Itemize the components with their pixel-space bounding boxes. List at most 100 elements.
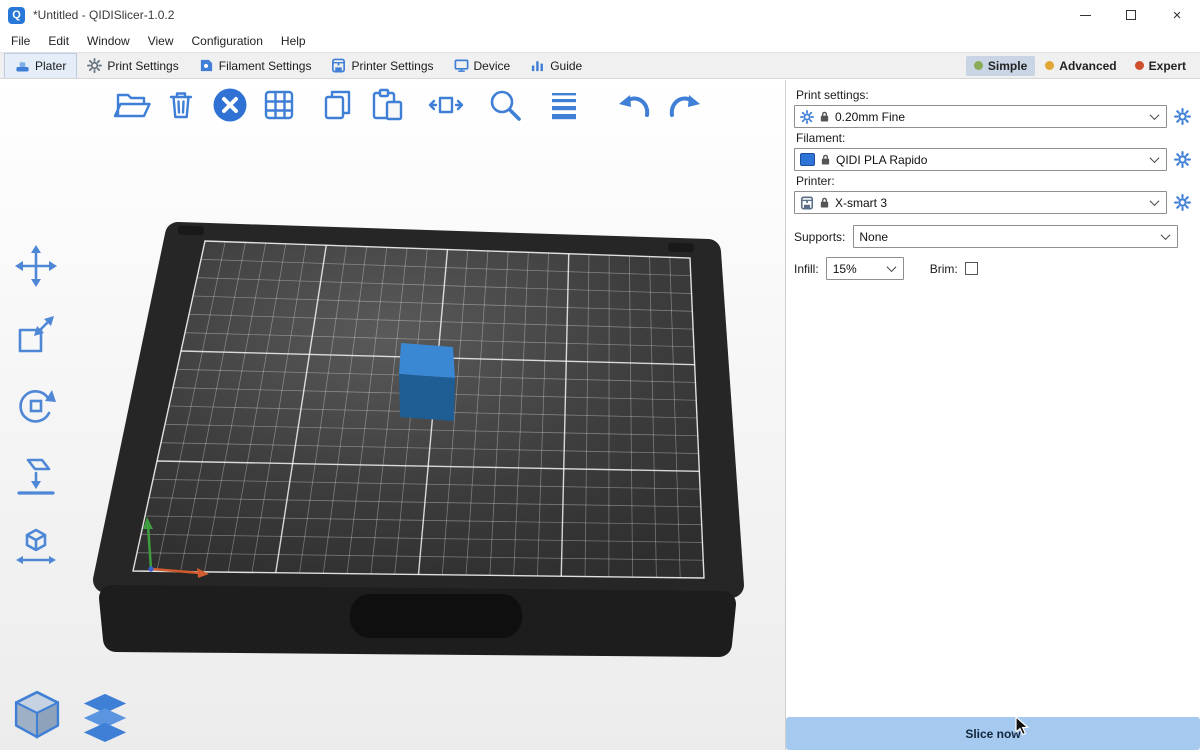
redo-icon — [664, 85, 704, 125]
arrange-button[interactable] — [259, 85, 299, 125]
maximize-button[interactable] — [1108, 0, 1154, 30]
measure-button[interactable] — [8, 522, 64, 570]
variable-layer-height-button[interactable] — [544, 85, 584, 125]
printer-value: X-smart 3 — [835, 196, 887, 210]
delete-icon — [161, 85, 201, 125]
lock-icon — [820, 153, 831, 166]
tab-device[interactable]: Device — [444, 53, 521, 78]
search-icon — [485, 85, 525, 125]
view-toolbar — [10, 688, 130, 742]
search-button[interactable] — [485, 85, 525, 125]
supports-label: Supports: — [794, 230, 845, 244]
gear-icon — [800, 110, 814, 124]
edit-filament-button[interactable] — [1173, 150, 1192, 169]
brim-checkbox[interactable] — [965, 262, 978, 275]
print-settings-label: Print settings: — [796, 88, 1192, 102]
menu-window[interactable]: Window — [78, 32, 139, 50]
chevron-down-icon — [1150, 153, 1160, 163]
tab-label: Guide — [550, 59, 582, 73]
undo-button[interactable] — [615, 85, 655, 125]
3d-editor-view-button[interactable] — [10, 688, 64, 742]
supports-combo[interactable]: None — [853, 225, 1178, 248]
filament-value: QIDI PLA Rapido — [836, 153, 927, 167]
guide-icon — [530, 58, 545, 73]
supports-value: None — [859, 230, 888, 244]
paste-button[interactable] — [367, 85, 407, 125]
expert-dot-icon — [1135, 61, 1144, 70]
mode-label: Simple — [988, 59, 1027, 73]
printer-settings-icon — [331, 58, 346, 73]
preview-icon — [80, 692, 130, 742]
tabbar: Plater Print Settings Filament Settings … — [0, 52, 1200, 79]
place-on-face-button[interactable] — [8, 452, 64, 500]
chevron-down-icon — [1161, 230, 1171, 240]
menu-file[interactable]: File — [2, 32, 39, 50]
slice-now-button[interactable]: Slice now — [786, 717, 1200, 750]
chevron-down-icon — [886, 262, 896, 272]
object-manipulation-toolbar — [8, 242, 64, 570]
variable-layer-height-icon — [544, 85, 584, 125]
brim-label: Brim: — [930, 262, 958, 276]
printer-combo[interactable]: X-smart 3 — [794, 191, 1167, 214]
tab-label: Plater — [35, 59, 66, 73]
filament-label: Filament: — [796, 131, 1192, 145]
edit-printer-button[interactable] — [1173, 193, 1192, 212]
gear-icon — [1174, 151, 1191, 168]
filament-combo[interactable]: QIDI PLA Rapido — [794, 148, 1167, 171]
delete-button[interactable] — [161, 85, 201, 125]
scale-icon — [12, 312, 60, 360]
tab-guide[interactable]: Guide — [520, 53, 592, 78]
window-controls: × — [1062, 0, 1200, 30]
tab-filament-settings[interactable]: Filament Settings — [189, 53, 322, 78]
edit-print-settings-button[interactable] — [1173, 107, 1192, 126]
infill-combo[interactable]: 15% — [826, 257, 904, 280]
tab-print-settings[interactable]: Print Settings — [77, 53, 188, 78]
menu-view[interactable]: View — [139, 32, 183, 50]
open-button[interactable] — [112, 85, 152, 125]
minimize-icon — [1080, 15, 1091, 16]
plater-toolbar — [112, 85, 704, 125]
gear-icon — [1174, 194, 1191, 211]
open-folder-icon — [112, 85, 152, 125]
filament-color-swatch — [800, 153, 815, 166]
plater-icon — [15, 59, 30, 74]
3d-scene[interactable] — [0, 80, 786, 750]
menubar: File Edit Window View Configuration Help — [0, 30, 1200, 52]
preview-button[interactable] — [80, 692, 130, 742]
tab-printer-settings[interactable]: Printer Settings — [321, 53, 443, 78]
tab-plater[interactable]: Plater — [4, 53, 77, 78]
instances-button[interactable] — [426, 85, 466, 125]
copy-button[interactable] — [318, 85, 358, 125]
redo-button[interactable] — [664, 85, 704, 125]
infill-label: Infill: — [794, 262, 819, 276]
menu-configuration[interactable]: Configuration — [183, 32, 272, 50]
device-icon — [454, 58, 469, 73]
sidebar: Print settings: 0.20mm Fine Filament: QI… — [786, 80, 1200, 750]
mode-expert[interactable]: Expert — [1127, 56, 1194, 76]
scale-button[interactable] — [8, 312, 64, 360]
maximize-icon — [1126, 10, 1136, 20]
mode-advanced[interactable]: Advanced — [1037, 56, 1124, 76]
print-bed — [106, 226, 731, 644]
mode-label: Advanced — [1059, 59, 1116, 73]
mode-label: Expert — [1149, 59, 1186, 73]
window-title: *Untitled - QIDISlicer-1.0.2 — [33, 8, 174, 22]
menu-help[interactable]: Help — [272, 32, 315, 50]
minimize-button[interactable] — [1062, 0, 1108, 30]
lock-icon — [819, 110, 830, 123]
instances-icon — [426, 85, 466, 125]
delete-all-button[interactable] — [210, 85, 250, 125]
simple-dot-icon — [974, 61, 983, 70]
plater-viewport[interactable] — [0, 80, 786, 750]
advanced-dot-icon — [1045, 61, 1054, 70]
rotate-button[interactable] — [8, 382, 64, 430]
print-settings-combo[interactable]: 0.20mm Fine — [794, 105, 1167, 128]
close-button[interactable]: × — [1154, 0, 1200, 30]
printer-label: Printer: — [796, 174, 1192, 188]
menu-edit[interactable]: Edit — [39, 32, 78, 50]
move-button[interactable] — [8, 242, 64, 290]
model-cube[interactable] — [399, 343, 455, 421]
app-logo-icon: Q — [8, 7, 25, 24]
mode-simple[interactable]: Simple — [966, 56, 1035, 76]
delete-all-icon — [210, 85, 250, 125]
